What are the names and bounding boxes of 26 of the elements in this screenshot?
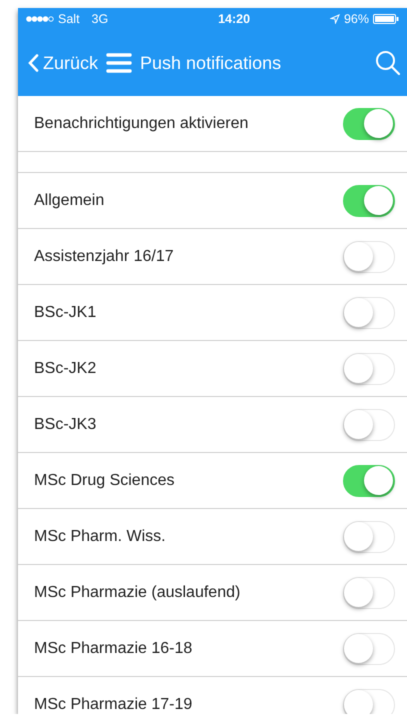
setting-label: MSc Pharm. Wiss. [34,526,166,546]
setting-label: MSc Drug Sciences [34,470,174,490]
setting-label: Assistenzjahr 16/17 [34,246,174,266]
setting-label: MSc Pharmazie 16-18 [34,638,192,658]
toggle-switch[interactable] [343,464,395,496]
search-icon[interactable] [375,50,401,76]
location-arrow-icon [330,14,340,24]
chevron-left-icon [28,54,39,72]
clock: 14:20 [218,10,250,28]
battery-icon [373,14,399,24]
signal-icon [26,16,54,22]
battery-percentage: 96% [344,10,369,28]
setting-label: MSc Pharmazie (auslaufend) [34,582,240,602]
setting-label: BSc-JK3 [34,414,96,434]
back-button[interactable]: Zurück [28,50,98,76]
menu-icon[interactable] [106,53,132,73]
setting-label: BSc-JK2 [34,358,96,378]
toggle-switch[interactable] [343,184,395,216]
toggle-switch[interactable] [343,108,395,140]
page-title: Push notifications [140,52,282,74]
carrier-name: Salt [58,10,80,28]
setting-label: BSc-JK1 [34,302,96,322]
setting-label: Allgemein [34,190,104,210]
setting-label: MSc Pharmazie 17-19 [34,694,192,714]
setting-label: Benachrichtigungen aktivieren [34,114,248,134]
network-type: 3G [92,10,108,28]
